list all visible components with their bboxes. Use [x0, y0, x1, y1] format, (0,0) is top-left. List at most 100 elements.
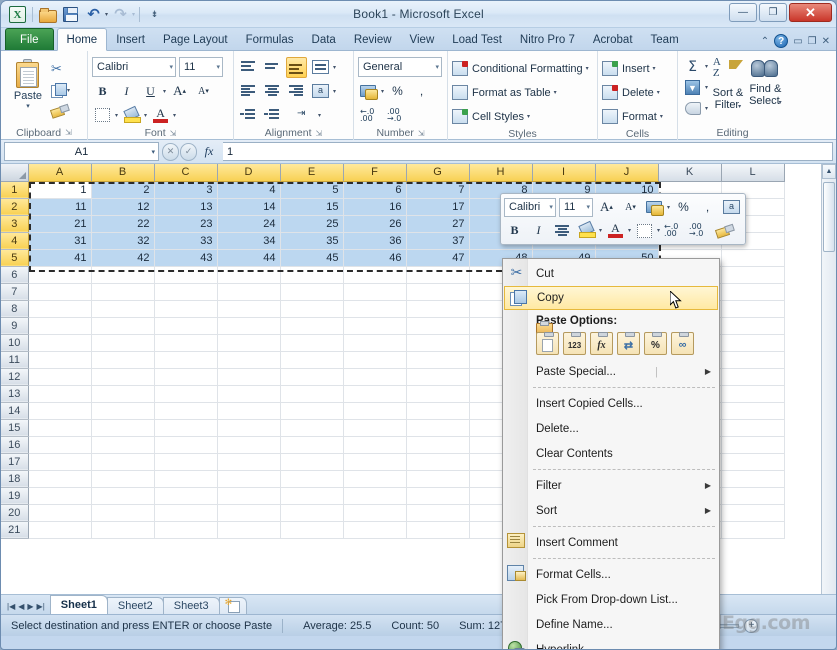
cell-empty[interactable]	[721, 504, 785, 522]
minimize-button[interactable]: —	[729, 3, 757, 22]
cell-c2[interactable]: 13	[154, 198, 218, 216]
cell-empty[interactable]	[406, 402, 470, 420]
orientation-button[interactable]	[310, 57, 331, 78]
menu-item-insert-comment[interactable]: Insert Comment	[503, 530, 719, 555]
cell-g2[interactable]: 17	[406, 198, 470, 216]
cell-empty[interactable]	[343, 266, 407, 284]
chevron-down-icon[interactable]: ▾	[705, 63, 708, 70]
mini-font-color-button[interactable]: A	[605, 220, 626, 241]
tab-file[interactable]: File	[5, 28, 54, 50]
chevron-down-icon[interactable]: ▾	[527, 113, 530, 120]
cell-empty[interactable]	[217, 300, 281, 318]
underline-button[interactable]: U	[140, 81, 161, 102]
cell-empty[interactable]	[721, 334, 785, 352]
cell-empty[interactable]	[154, 419, 218, 437]
cell-f4[interactable]: 36	[343, 232, 407, 250]
conditional-formatting-button[interactable]: Conditional Formatting ▾	[452, 58, 589, 79]
mini-font-size-combo[interactable]: 11 ▾	[558, 197, 593, 217]
column-header-l[interactable]: L	[721, 164, 785, 182]
cell-empty[interactable]	[217, 453, 281, 471]
format-painter-button[interactable]	[51, 102, 70, 120]
cell-empty[interactable]	[91, 334, 155, 352]
scroll-up-button[interactable]: ▲	[822, 164, 836, 179]
font-size-combo[interactable]: 11 ▾	[179, 57, 223, 77]
menu-item-hyperlink[interactable]: Hyperlink...	[503, 637, 719, 650]
chevron-down-icon[interactable]: ▾	[582, 203, 590, 211]
font-color-button[interactable]: A	[150, 105, 171, 126]
bold-button[interactable]: B	[92, 81, 113, 102]
cell-empty[interactable]	[343, 351, 407, 369]
cell-empty[interactable]	[91, 521, 155, 539]
close-workbook-icon[interactable]: ✕	[822, 36, 830, 47]
paste-dropdown-icon[interactable]: ▾	[26, 102, 30, 110]
cell-d1[interactable]: 4	[217, 181, 281, 199]
shrink-font-button[interactable]: A ▾	[193, 81, 214, 102]
cell-empty[interactable]	[28, 300, 92, 318]
sheet-tab-sheet2[interactable]: Sheet2	[106, 597, 164, 614]
chevron-down-icon[interactable]: ▾	[657, 227, 660, 234]
cell-empty[interactable]	[217, 351, 281, 369]
cell-empty[interactable]	[343, 504, 407, 522]
cell-e1[interactable]: 5	[280, 181, 344, 199]
cell-empty[interactable]	[154, 351, 218, 369]
menu-item-define-name[interactable]: Define Name...	[503, 612, 719, 637]
paste-formatting-icon[interactable]: %	[644, 332, 667, 355]
tab-page-layout[interactable]: Page Layout	[154, 29, 237, 50]
cell-empty[interactable]	[28, 266, 92, 284]
status-average[interactable]: Average: 25.5	[293, 620, 381, 632]
borders-dropdown-icon[interactable]: ▾	[115, 112, 118, 119]
tab-view[interactable]: View	[401, 29, 444, 50]
cell-empty[interactable]	[406, 504, 470, 522]
clear-button[interactable]	[682, 98, 703, 119]
cell-empty[interactable]	[217, 419, 281, 437]
cell-empty[interactable]	[280, 487, 344, 505]
row-header-21[interactable]: 21	[1, 521, 29, 539]
cell-g3[interactable]: 27	[406, 215, 470, 233]
cell-empty[interactable]	[28, 283, 92, 301]
row-header-5[interactable]: 5	[1, 249, 29, 267]
fill-color-dropdown-icon[interactable]: ▾	[144, 112, 147, 119]
top-align-button[interactable]	[238, 57, 259, 78]
help-icon[interactable]: ?	[774, 34, 789, 48]
tab-formulas[interactable]: Formulas	[237, 29, 303, 50]
cell-empty[interactable]	[343, 402, 407, 420]
cell-empty[interactable]	[28, 368, 92, 386]
chevron-down-icon[interactable]: ▾	[165, 63, 173, 71]
cell-empty[interactable]	[280, 368, 344, 386]
menu-item-insert-copied-cells[interactable]: Insert Copied Cells...	[503, 391, 719, 416]
column-header-d[interactable]: D	[217, 164, 281, 182]
cell-empty[interactable]	[91, 402, 155, 420]
cell-empty[interactable]	[280, 453, 344, 471]
bottom-align-button[interactable]	[286, 56, 307, 78]
mini-fill-color-button[interactable]	[576, 220, 597, 241]
cell-b2[interactable]: 12	[91, 198, 155, 216]
row-header-10[interactable]: 10	[1, 334, 29, 352]
alignment-dialog-launcher[interactable]: ⇲	[316, 129, 323, 138]
chevron-down-icon[interactable]: ▾	[653, 65, 656, 72]
cell-e2[interactable]: 15	[280, 198, 344, 216]
menu-item-copy[interactable]: Copy	[504, 286, 718, 310]
cell-empty[interactable]	[406, 300, 470, 318]
cell-empty[interactable]	[154, 385, 218, 403]
restore-button[interactable]: ❐	[759, 3, 787, 22]
cell-empty[interactable]	[28, 470, 92, 488]
align-left-button[interactable]	[238, 81, 259, 102]
tab-review[interactable]: Review	[345, 29, 401, 50]
column-header-b[interactable]: B	[91, 164, 155, 182]
paste-formulas-icon[interactable]: fx	[590, 332, 613, 355]
column-header-c[interactable]: C	[154, 164, 218, 182]
cell-empty[interactable]	[406, 470, 470, 488]
orientation-dropdown-icon[interactable]: ▾	[333, 64, 336, 71]
row-header-13[interactable]: 13	[1, 385, 29, 403]
cell-empty[interactable]	[406, 385, 470, 403]
nav-prev-sheet-icon[interactable]: ◀	[18, 602, 24, 611]
format-as-table-button[interactable]: Format as Table ▾	[452, 82, 557, 103]
cell-empty[interactable]	[280, 504, 344, 522]
mini-percent-button[interactable]: %	[673, 197, 694, 218]
status-count[interactable]: Count: 50	[381, 620, 449, 632]
cell-empty[interactable]	[91, 317, 155, 335]
decrease-indent-button[interactable]	[238, 105, 259, 126]
cell-empty[interactable]	[28, 419, 92, 437]
mini-comma-button[interactable]: ,	[697, 197, 718, 218]
chevron-down-icon[interactable]: ▾	[705, 84, 708, 91]
